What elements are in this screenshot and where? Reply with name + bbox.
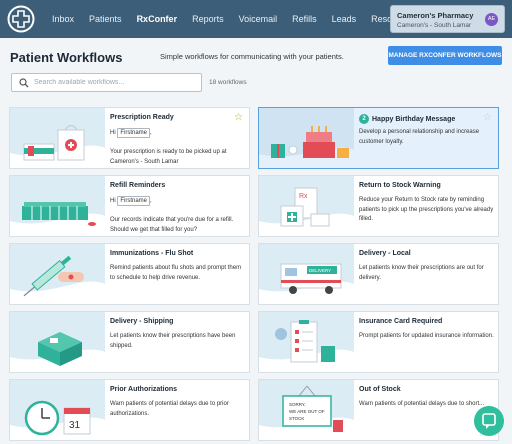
card-description: Develop a personal relationship and incr… [359, 129, 480, 145]
card-description: Prompt patients for updated insurance in… [359, 333, 494, 339]
search-icon [19, 78, 29, 88]
workflow-card-refill-reminders[interactable]: Refill Reminders Hi Firstname, Our recor… [9, 175, 250, 237]
nav-patients[interactable]: Patients [89, 14, 122, 24]
card-title: Immunizations - Flu Shot [110, 250, 194, 257]
chat-launcher-button[interactable] [474, 406, 504, 436]
package-icon [10, 312, 105, 366]
return-box-icon: Rx [259, 176, 354, 227]
svg-text:SORRY,: SORRY, [289, 402, 306, 407]
nav-leads[interactable]: Leads [332, 14, 357, 24]
nav-links: Inbox Patients RxConfer Reports Voicemai… [52, 0, 429, 38]
prescription-bag-icon [10, 108, 105, 161]
card-title: Insurance Card Required [359, 318, 443, 325]
clipboard-icon [259, 312, 354, 363]
nav-rxconfer[interactable]: RxConfer [137, 14, 178, 24]
favorite-star-icon[interactable]: ☆ [234, 112, 243, 123]
card-title: Prior Authorizations [110, 386, 178, 393]
search-box [11, 73, 202, 92]
workflow-card-prior-authorizations[interactable]: 31 Prior Authorizations Warn patients of… [9, 379, 250, 441]
card-description: Hi Firstname, Your prescription is ready… [110, 128, 227, 165]
clock-calendar-icon: 31 [10, 380, 105, 436]
nav-voicemail[interactable]: Voicemail [239, 14, 278, 24]
manage-workflows-button[interactable]: MANAGE RXCONFER WORKFLOWS [388, 46, 502, 65]
card-title: Delivery - Shipping [110, 318, 174, 325]
workflow-card-insurance-card[interactable]: Insurance Card Required Prompt patients … [258, 311, 499, 373]
pharmacy-location: Cameron's - South Lamar [397, 22, 472, 29]
avatar[interactable]: AE [485, 13, 498, 26]
card-description: Let patients know their prescriptions ha… [110, 333, 236, 349]
workflow-card-out-of-stock[interactable]: SORRY, WE ARE OUT OF STOCK Out of Stock … [258, 379, 499, 441]
svg-text:DELIVERY: DELIVERY [309, 268, 331, 273]
app-logo-icon[interactable] [7, 5, 35, 33]
card-description: Let patients know their prescriptions ar… [359, 265, 484, 281]
top-nav: Inbox Patients RxConfer Reports Voicemai… [0, 0, 512, 38]
firstname-tag: Firstname [117, 196, 151, 206]
pharmacy-name: Cameron's Pharmacy [397, 11, 474, 20]
birthday-cake-icon [259, 108, 354, 158]
card-title: Prescription Ready [110, 114, 174, 121]
nav-reports[interactable]: Reports [192, 14, 224, 24]
pharmacy-switcher[interactable]: Cameron's Pharmacy Cameron's - South Lam… [390, 5, 505, 33]
card-title: Return to Stock Warning [359, 182, 441, 189]
card-description: Hi Firstname, Our records indicate that … [110, 196, 234, 233]
card-description: Warn patients of potential delays due to… [110, 401, 229, 417]
workflow-card-delivery-local[interactable]: DELIVERY Delivery - Local Let patients k… [258, 243, 499, 305]
chat-icon [482, 413, 496, 429]
svg-text:Rx: Rx [299, 193, 308, 200]
workflow-card-delivery-shipping[interactable]: Delivery - Shipping Let patients know th… [9, 311, 250, 373]
page-subtitle: Simple workflows for communicating with … [160, 52, 344, 61]
step-number-badge: 2 [359, 114, 369, 124]
svg-text:WE ARE OUT OF: WE ARE OUT OF [289, 409, 325, 414]
favorite-star-icon[interactable]: ☆ [483, 112, 492, 123]
delivery-van-icon: DELIVERY [259, 244, 354, 294]
workflow-card-happy-birthday[interactable]: 2 Happy Birthday Message Develop a person… [258, 107, 499, 169]
nav-refills[interactable]: Refills [292, 14, 317, 24]
card-title: Refill Reminders [110, 182, 166, 189]
page-title: Patient Workflows [10, 50, 123, 65]
firstname-tag: Firstname [117, 128, 151, 138]
card-title: 2 Happy Birthday Message [359, 114, 455, 124]
workflow-count: 18 workflows [209, 79, 247, 86]
out-of-stock-sign-icon: SORRY, WE ARE OUT OF STOCK [259, 380, 354, 432]
card-description: Remind patients about flu shots and prom… [110, 265, 242, 281]
workflow-card-prescription-ready[interactable]: Prescription Ready Hi Firstname, Your pr… [9, 107, 250, 169]
card-description: Reduce your Return to Stock rate by remi… [359, 197, 494, 222]
workflow-card-immunizations[interactable]: Immunizations - Flu Shot Remind patients… [9, 243, 250, 305]
pill-organizer-icon [10, 176, 105, 226]
calendar-day: 31 [69, 420, 81, 431]
card-title: Out of Stock [359, 386, 401, 393]
nav-inbox[interactable]: Inbox [52, 14, 74, 24]
search-input[interactable] [34, 76, 198, 89]
syringe-icon [10, 244, 105, 297]
workflow-card-return-to-stock[interactable]: Rx Return to Stock Warning Reduce your R… [258, 175, 499, 237]
svg-text:STOCK: STOCK [289, 416, 304, 421]
card-title: Delivery - Local [359, 250, 411, 257]
